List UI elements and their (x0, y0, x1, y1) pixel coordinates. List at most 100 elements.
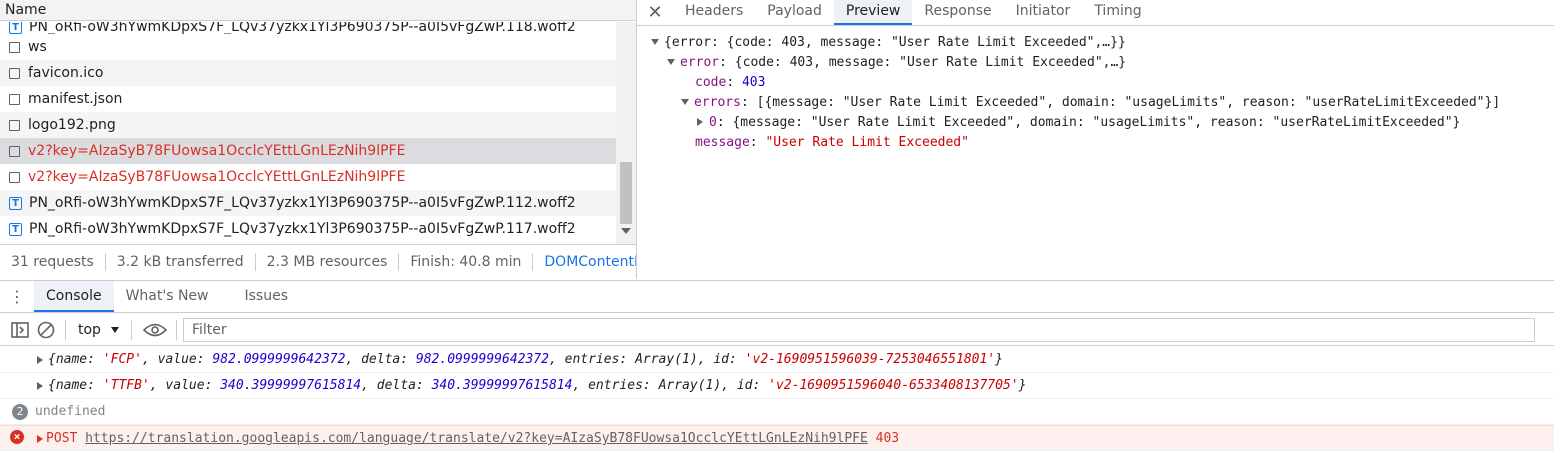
request-row[interactable]: v2?key=AIzaSyB78FUowsa1OcclcYEttLGnLEzNi… (0, 164, 616, 190)
request-name: v2?key=AIzaSyB78FUowsa1OcclcYEttLGnLEzNi… (28, 143, 406, 159)
obj-value: 982.0999999642372 (415, 352, 549, 367)
expanded-arrow-icon[interactable] (651, 39, 659, 45)
obj-key: delta (361, 352, 401, 367)
request-count: 31 requests (0, 253, 106, 271)
console-toolbar: top (0, 314, 1554, 346)
json-errors-node[interactable]: errors: [{message: "User Rate Limit Exce… (637, 93, 1554, 113)
tab-initiator[interactable]: Initiator (1004, 0, 1083, 25)
tab-timing[interactable]: Timing (1082, 0, 1153, 25)
collapsed-arrow-icon[interactable] (697, 118, 703, 126)
json-root-node[interactable]: {error: {code: 403, message: "User Rate … (637, 33, 1554, 53)
clear-console-icon[interactable] (35, 319, 57, 341)
console-error-message[interactable]: × POST https://translation.googleapis.co… (0, 425, 1554, 451)
json-code-node: code: 403 (695, 75, 766, 90)
request-list-scrollbar[interactable] (616, 22, 636, 244)
json-key: errors (694, 95, 741, 110)
name-column-header[interactable]: Name (0, 0, 636, 21)
context-selector-value: top (78, 321, 101, 338)
collapsed-arrow-icon[interactable] (37, 435, 43, 443)
http-method: POST (46, 431, 78, 446)
request-name: PN_oRfi-oW3hYwmKDpxS7F_LQv37yzkx1Yl3P690… (29, 22, 576, 34)
scroll-down-arrow-icon[interactable] (621, 228, 631, 234)
obj-value: 340.39999997615814 (220, 378, 362, 393)
transferred-size: 3.2 kB transferred (106, 253, 256, 271)
request-row[interactable]: T PN_oRfi-oW3hYwmKDpxS7F_LQv37yzkx1Yl3P6… (0, 216, 616, 242)
obj-key: id (736, 378, 753, 393)
tab-console[interactable]: Console (34, 281, 114, 312)
obj-value: 'FCP' (102, 352, 142, 367)
obj-key: name (55, 352, 88, 367)
console-messages: {name: 'FCP', value: 982.0999999642372, … (0, 347, 1554, 451)
request-name: PN_oRfi-oW3hYwmKDpxS7F_LQv37yzkx1Yl3P690… (29, 221, 576, 237)
obj-key: id (713, 352, 730, 367)
console-message-fcp[interactable]: {name: 'FCP', value: 982.0999999642372, … (0, 347, 1554, 373)
request-row-selected[interactable]: v2?key=AIzaSyB78FUowsa1OcclcYEttLGnLEzNi… (0, 138, 616, 164)
expanded-arrow-icon[interactable] (667, 59, 675, 65)
obj-key: entries (588, 378, 643, 393)
collapsed-arrow-icon[interactable] (37, 382, 43, 390)
tab-headers[interactable]: Headers (673, 0, 755, 25)
checkbox-icon (9, 67, 20, 79)
scrollbar-thumb[interactable] (620, 162, 632, 224)
toolbar-divider (130, 319, 132, 340)
tab-issues[interactable]: Issues (221, 281, 301, 312)
obj-key: entries (564, 352, 620, 367)
json-key: code (695, 75, 727, 90)
obj-value: 'TTFB' (102, 378, 150, 393)
request-name: manifest.json (28, 91, 123, 107)
request-row[interactable]: logo192.png (0, 112, 616, 138)
request-row[interactable]: T PN_oRfi-oW3hYwmKDpxS7F_LQv37yzkx1Yl3P6… (0, 190, 616, 216)
collapsed-arrow-icon[interactable] (37, 356, 43, 364)
more-options-icon[interactable]: ⋮ (0, 282, 34, 312)
checkbox-icon (9, 145, 20, 157)
obj-value: 982.0999999642372 (212, 352, 346, 367)
json-preview: {error: {code: 403, message: "User Rate … (637, 33, 1554, 153)
close-icon[interactable]: ✕ (637, 0, 673, 25)
console-value: undefined (35, 404, 106, 419)
request-row[interactable]: favicon.ico (0, 60, 616, 86)
obj-key: delta (376, 378, 416, 393)
json-message-node: message: "User Rate Limit Exceeded" (695, 135, 969, 150)
resources-size: 2.3 MB resources (256, 253, 400, 271)
request-rows: T PN_oRfi-oW3hYwmKDpxS7F_LQv37yzkx1Yl3P6… (0, 22, 616, 244)
finish-time: Finish: 40.8 min (399, 253, 534, 271)
obj-key: value (157, 352, 197, 367)
request-name: favicon.ico (28, 65, 104, 81)
toolbar-divider (65, 319, 66, 340)
console-message-undefined: 2 undefined (0, 399, 1554, 425)
request-row[interactable]: manifest.json (0, 86, 616, 112)
request-row[interactable]: ws (0, 34, 616, 60)
json-value: "User Rate Limit Exceeded" (765, 135, 969, 150)
request-name: ws (28, 39, 47, 55)
expanded-arrow-icon[interactable] (681, 99, 689, 105)
request-detail-pane: ✕ Headers Payload Preview Response Initi… (637, 0, 1554, 279)
domcontentloaded-time: DOMContentLoaded (544, 254, 636, 270)
checkbox-icon (9, 93, 20, 105)
obj-key: name (55, 378, 88, 393)
request-name: PN_oRfi-oW3hYwmKDpxS7F_LQv37yzkx1Yl3P690… (29, 195, 576, 211)
json-value: [{message: "User Rate Limit Exceeded", d… (756, 95, 1501, 110)
font-file-icon: T (9, 22, 22, 34)
tab-payload[interactable]: Payload (755, 0, 834, 25)
checkbox-icon (9, 41, 20, 53)
json-root-summary: {error: {code: 403, message: "User Rate … (664, 35, 1126, 50)
sidebar-toggle-icon[interactable] (9, 319, 31, 341)
json-errors-item-node[interactable]: 0: {message: "User Rate Limit Exceeded",… (637, 113, 1554, 133)
tab-preview[interactable]: Preview (833, 0, 913, 25)
console-message-ttfb[interactable]: {name: 'TTFB', value: 340.39999997615814… (0, 373, 1554, 399)
json-error-node[interactable]: error: {code: 403, message: "User Rate L… (637, 53, 1554, 73)
request-name: logo192.png (28, 117, 116, 133)
tab-whats-new[interactable]: What's New (114, 281, 221, 312)
obj-value: Array(1) (658, 378, 722, 393)
json-key: message (695, 135, 750, 150)
eye-icon[interactable] (142, 319, 168, 341)
tab-response[interactable]: Response (912, 0, 1003, 25)
json-value: 403 (741, 75, 766, 90)
request-row[interactable]: T PN_oRfi-oW3hYwmKDpxS7F_LQv37yzkx1Yl3P6… (0, 22, 616, 34)
toolbar-divider (175, 319, 177, 340)
request-url-link[interactable]: https://translation.googleapis.com/langu… (85, 431, 868, 446)
context-selector[interactable]: top (78, 322, 119, 338)
network-request-list: Name T PN_oRfi-oW3hYwmKDpxS7F_LQv37yzkx1… (0, 0, 637, 279)
filter-input[interactable] (182, 317, 1535, 342)
json-key: 0 (709, 115, 717, 130)
